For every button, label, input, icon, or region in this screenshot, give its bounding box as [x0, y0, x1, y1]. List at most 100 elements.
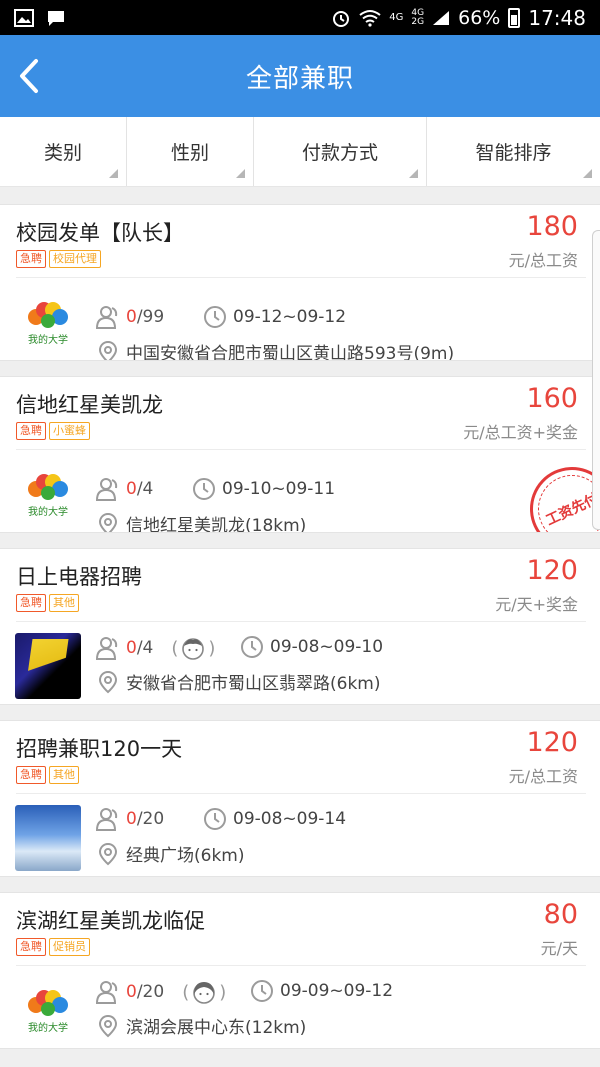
job-location: 安徽省合肥市蜀山区翡翠路(6km): [126, 674, 381, 694]
divider: [16, 449, 586, 450]
location-pin-icon: [98, 1014, 118, 1037]
job-tags: 急聘 其他: [16, 594, 79, 612]
people-icon: [96, 637, 118, 660]
dual-network: 4G 2G: [411, 7, 425, 27]
signal-icon: [433, 10, 450, 25]
dropdown-triangle-icon: [409, 169, 418, 178]
message-icon: [48, 10, 64, 26]
total-count: /4: [136, 638, 154, 658]
company-logo: 我的大学: [15, 461, 81, 527]
nav-bar: 全部兼职: [0, 35, 600, 117]
category-tag: 其他: [49, 766, 79, 784]
battery-icon: [508, 7, 521, 28]
job-card[interactable]: 信地红星美凯龙 急聘 小蜜蜂 160 元/总工资+奖金 我的大学 0/4 09-…: [0, 376, 600, 533]
clock-icon: [251, 980, 273, 1002]
urgent-tag: 急聘: [16, 766, 46, 784]
job-location: 经典广场(6km): [126, 846, 245, 866]
page-title: 全部兼职: [245, 63, 354, 94]
job-price: 80: [543, 899, 578, 930]
job-tags: 急聘 促销员: [16, 938, 90, 956]
category-tag: 校园代理: [49, 250, 101, 268]
job-card[interactable]: 滨湖红星美凯龙临促 急聘 促销员 80 元/天 我的大学 0/20 ( ) 09…: [0, 892, 600, 1049]
logo-text: 我的大学: [28, 334, 68, 346]
company-logo-image: [15, 805, 81, 871]
date-row: 09-10~09-11: [192, 477, 335, 501]
job-date: 09-08~09-14: [233, 809, 347, 829]
divider: [16, 621, 586, 622]
job-card[interactable]: 校园发单【队长】 急聘 校园代理 180 元/总工资 我的大学 0/99 09-…: [0, 204, 600, 361]
job-location: 中国安徽省合肥市蜀山区黄山路593号(9m): [126, 344, 455, 361]
location-pin-icon: [98, 340, 118, 360]
job-tags: 急聘 小蜜蜂: [16, 422, 90, 440]
male-face-icon: [182, 638, 205, 660]
divider: [16, 793, 586, 794]
location-row: 经典广场(6km): [96, 841, 245, 866]
price-unit: 元/总工资+奖金: [463, 423, 578, 442]
date-row: 09-08~09-10: [240, 635, 383, 659]
job-price: 120: [526, 555, 578, 586]
filter-payment[interactable]: 付款方式: [254, 117, 427, 186]
filter-bar: 类别 性别 付款方式 智能排序: [0, 117, 600, 187]
location-row: 安徽省合肥市蜀山区翡翠路(6km): [96, 669, 381, 694]
alarm-icon: [333, 10, 350, 27]
location-pin-icon: [98, 842, 118, 865]
job-date: 09-08~09-10: [270, 637, 384, 657]
job-location: 滨湖会展中心东(12km): [126, 1018, 307, 1038]
company-logo: 我的大学: [15, 289, 81, 355]
network-type: 4G: [389, 12, 404, 23]
female-face-icon: [193, 982, 216, 1004]
filter-category[interactable]: 类别: [0, 117, 127, 186]
urgent-tag: 急聘: [16, 594, 46, 612]
category-tag: 小蜜蜂: [49, 422, 90, 440]
hired-count: 0: [126, 307, 137, 327]
job-title: 校园发单【队长】: [16, 221, 184, 245]
company-logo-image: [15, 633, 81, 699]
job-price: 180: [526, 211, 578, 242]
job-date: 09-09~09-12: [280, 981, 394, 1001]
clock-icon: [193, 478, 215, 500]
date-row: 09-09~09-12: [250, 979, 393, 1003]
gender-indicator: ( ): [171, 635, 215, 661]
logo-text: 我的大学: [28, 1022, 68, 1034]
price-unit: 元/天+奖金: [495, 595, 578, 614]
urgent-tag: 急聘: [16, 422, 46, 440]
people-icon: [96, 306, 118, 329]
location-row: 滨湖会展中心东(12km): [96, 1013, 306, 1038]
hired-count: 0: [126, 479, 137, 499]
headcount-row: 0/20: [96, 807, 164, 831]
gender-indicator: ( ): [182, 979, 226, 1005]
scroll-indicator[interactable]: [592, 230, 600, 530]
back-arrow-icon[interactable]: [14, 57, 46, 95]
headcount-row: 0/4 ( ): [96, 635, 215, 661]
hired-count: 0: [126, 809, 137, 829]
job-title: 日上电器招聘: [16, 565, 142, 589]
job-tags: 急聘 其他: [16, 766, 79, 784]
clock-icon: [241, 636, 263, 658]
gallery-icon: [14, 8, 34, 27]
clock: 17:48: [528, 5, 586, 30]
total-count: /99: [136, 307, 165, 327]
job-title: 信地红星美凯龙: [16, 393, 163, 417]
hired-count: 0: [126, 982, 137, 1002]
job-date: 09-12~09-12: [233, 307, 347, 327]
filter-sort[interactable]: 智能排序: [427, 117, 600, 186]
job-location: 信地红星美凯龙(18km): [126, 516, 307, 533]
total-count: /20: [136, 982, 165, 1002]
filter-gender[interactable]: 性别: [127, 117, 254, 186]
headcount-row: 0/20 ( ): [96, 979, 226, 1005]
total-count: /4: [136, 479, 154, 499]
headcount-row: 0/4: [96, 477, 153, 501]
job-date: 09-10~09-11: [222, 479, 336, 499]
people-icon: [96, 478, 118, 501]
dropdown-triangle-icon: [583, 169, 592, 178]
peacock-logo-icon: [28, 473, 68, 500]
divider: [16, 965, 586, 966]
job-title: 招聘兼职120一天: [16, 737, 183, 761]
price-unit: 元/总工资: [508, 767, 578, 786]
location-row: 信地红星美凯龙(18km): [96, 511, 307, 533]
job-tags: 急聘 校园代理: [16, 250, 101, 268]
hired-count: 0: [126, 638, 137, 658]
job-card[interactable]: 招聘兼职120一天 急聘 其他 120 元/总工资 0/20 09-08~09-…: [0, 720, 600, 877]
job-card[interactable]: 日上电器招聘 急聘 其他 120 元/天+奖金 0/4 ( ) 09-08~09…: [0, 548, 600, 705]
headcount-row: 0/99: [96, 305, 164, 329]
